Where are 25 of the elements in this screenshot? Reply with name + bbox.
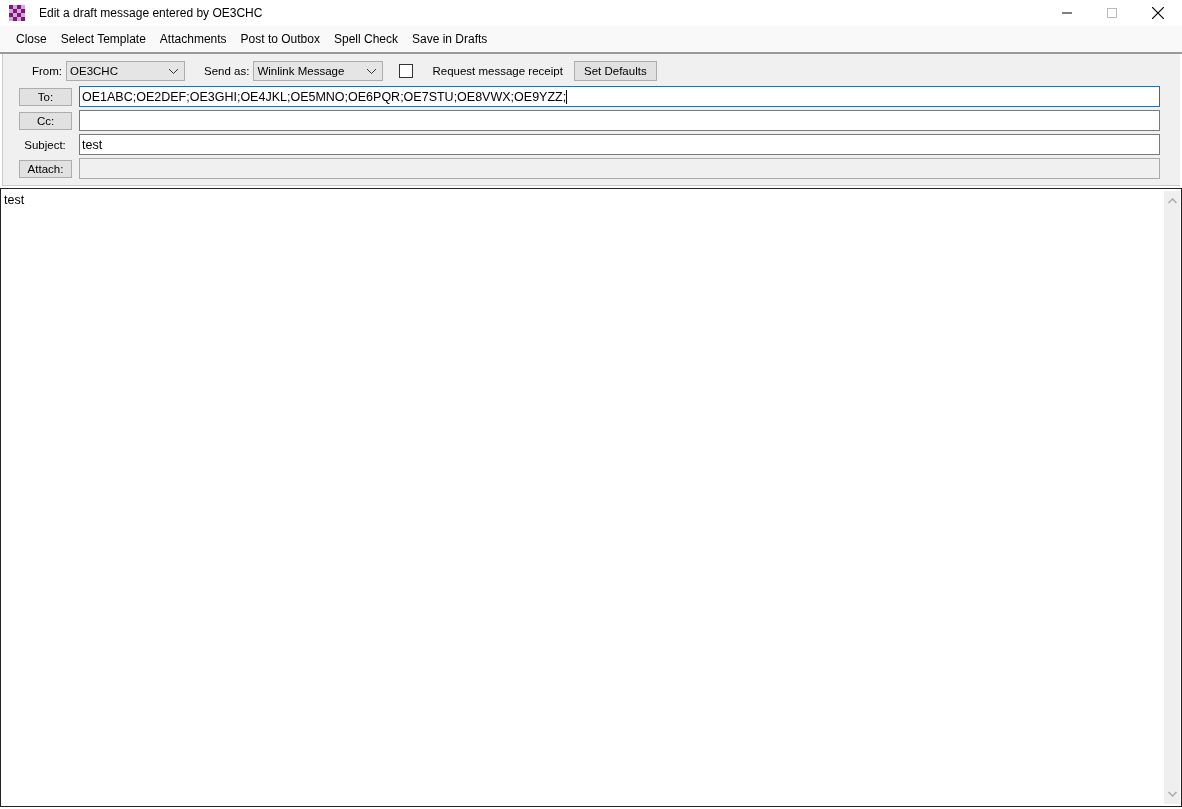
app-icon: [9, 5, 25, 21]
receipt-checkbox[interactable]: [399, 64, 414, 78]
input-field[interactable]: [79, 110, 1160, 131]
maximize-icon[interactable]: [1107, 8, 1117, 18]
close-icon[interactable]: [1152, 7, 1164, 19]
chevron-down-icon: [169, 68, 179, 74]
set-defaults-button[interactable]: Set Defaults: [573, 61, 657, 81]
receipt-label: Request message receipt: [432, 65, 563, 77]
input-field[interactable]: test: [79, 134, 1160, 155]
menu-item[interactable]: Spell Check: [326, 32, 405, 46]
from-label: From:: [32, 65, 63, 77]
menu-item[interactable]: Save in Drafts: [405, 32, 495, 46]
field-button[interactable]: Cc:: [19, 111, 72, 130]
menu-item[interactable]: Select Template: [53, 32, 153, 46]
menu-item[interactable]: Post to Outbox: [233, 32, 327, 46]
send-as-dropdown[interactable]: Winlink Message: [253, 61, 384, 81]
menu-item[interactable]: Close: [9, 32, 54, 46]
menu-item[interactable]: Attachments: [152, 32, 234, 46]
chevron-down-icon: [367, 68, 377, 74]
input-field[interactable]: OE1ABC;OE2DEF;OE3GHI;OE4JKL;OE5MNO;OE6PQR;OE7STU;OE8VWX;OE9YZZ;: [79, 86, 1160, 107]
from-dropdown[interactable]: OE3CHC: [66, 61, 186, 81]
field-button[interactable]: To:: [19, 87, 72, 106]
field-label: Subject:: [23, 138, 67, 151]
send-as-label: Send as:: [204, 65, 250, 77]
window-title: Edit a draft message entered by OE3CHC: [39, 6, 263, 20]
